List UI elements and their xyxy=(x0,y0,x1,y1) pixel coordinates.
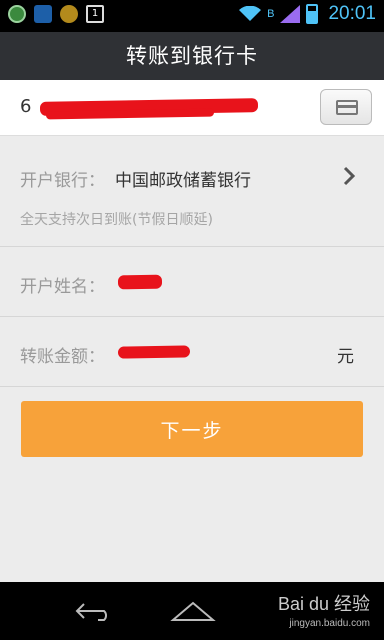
status-bar: 1 B 20:01 xyxy=(0,0,384,32)
screen-notification-icon: 1 xyxy=(86,5,104,23)
account-name-label: 开户姓名： xyxy=(20,277,105,297)
home-icon[interactable] xyxy=(170,600,216,622)
card-number-value: 6 xyxy=(20,96,32,117)
currency-unit: 元 xyxy=(337,347,354,367)
redaction-mark xyxy=(45,108,215,120)
baidu-watermark: Bai du 经验 jingyan.baidu.com xyxy=(278,590,370,629)
amount-label: 转账金额： xyxy=(20,347,105,367)
clock: 20:01 xyxy=(328,3,376,24)
watermark-logo: Bai du 经验 xyxy=(277,594,370,614)
download-notification-icon xyxy=(34,5,52,23)
navigation-bar: Bai du 经验 jingyan.baidu.com xyxy=(0,582,384,640)
redaction-mark xyxy=(117,274,163,290)
bank-label: 开户银行： xyxy=(20,171,105,191)
chevron-right-icon xyxy=(343,166,356,186)
bank-selector[interactable]: 开户银行： 中国邮政储蓄银行 全天支持次日到账(节假日顺延) xyxy=(0,137,384,247)
back-icon[interactable] xyxy=(74,600,116,622)
bank-card-icon xyxy=(336,100,358,115)
signal-icon xyxy=(280,5,301,23)
notification-icons: 1 xyxy=(8,5,104,23)
bank-name: 中国邮政储蓄银行 xyxy=(115,171,251,191)
redaction-mark xyxy=(117,345,191,359)
coin-notification-icon xyxy=(60,5,78,23)
card-number-field[interactable]: 6 xyxy=(0,80,384,136)
amount-field[interactable]: 转账金额： 元 xyxy=(0,318,384,387)
next-step-button[interactable]: 下一步 xyxy=(21,401,363,457)
network-type-label: B xyxy=(267,8,275,20)
watermark-url: jingyan.baidu.com xyxy=(289,618,370,629)
account-name-field[interactable]: 开户姓名： xyxy=(0,248,384,317)
page-title: 转账到银行卡 xyxy=(126,44,258,68)
title-bar: 转账到银行卡 xyxy=(0,32,384,80)
scan-card-button[interactable] xyxy=(320,89,372,125)
app-notification-icon xyxy=(8,5,26,23)
wifi-icon xyxy=(239,6,262,21)
battery-icon xyxy=(306,4,319,24)
arrival-note: 全天支持次日到账(节假日顺延) xyxy=(20,212,213,228)
